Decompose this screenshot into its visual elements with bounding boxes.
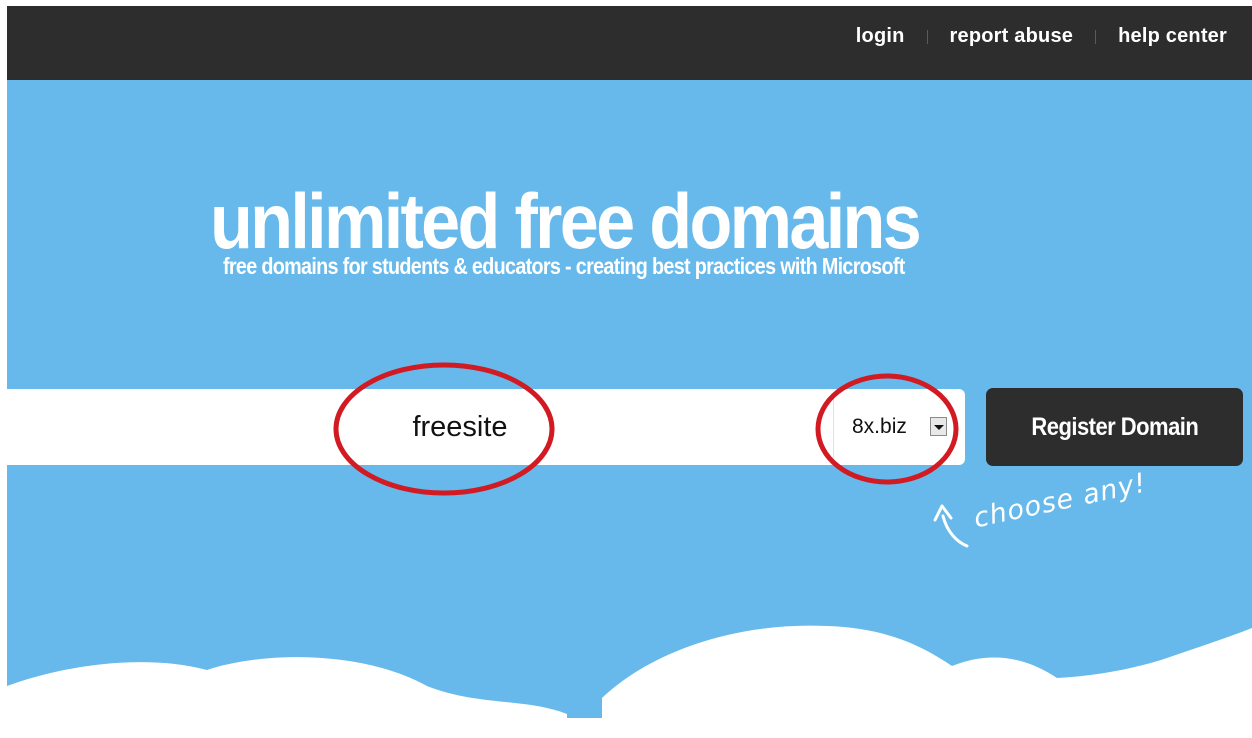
nav-divider [926, 29, 928, 44]
login-link[interactable]: login [856, 25, 905, 48]
register-domain-button[interactable]: Register Domain [986, 388, 1243, 466]
choose-any-hint: choose any! [971, 467, 1150, 535]
curved-arrow-icon [933, 504, 969, 548]
domain-search-bar: 8x.biz [7, 389, 965, 465]
report-abuse-link[interactable]: report abuse [950, 25, 1074, 48]
cloud-decoration [7, 625, 1252, 738]
top-nav: login report abuse help center [856, 25, 1227, 48]
register-domain-label: Register Domain [1031, 412, 1198, 441]
nav-divider [1095, 29, 1097, 44]
dropdown-arrow-icon[interactable] [930, 417, 947, 436]
page-frame: login report abuse help center unlimited… [7, 6, 1252, 738]
hero-subtitle: free domains for students & educators - … [223, 253, 905, 279]
tld-selected-value: 8x.biz [852, 415, 907, 438]
tld-dropdown[interactable]: 8x.biz [833, 396, 954, 458]
top-nav-bar: login report abuse help center [7, 6, 1252, 80]
hero-title: unlimited free domains [210, 177, 922, 265]
domain-name-input[interactable] [7, 389, 833, 465]
help-center-link[interactable]: help center [1118, 25, 1227, 48]
